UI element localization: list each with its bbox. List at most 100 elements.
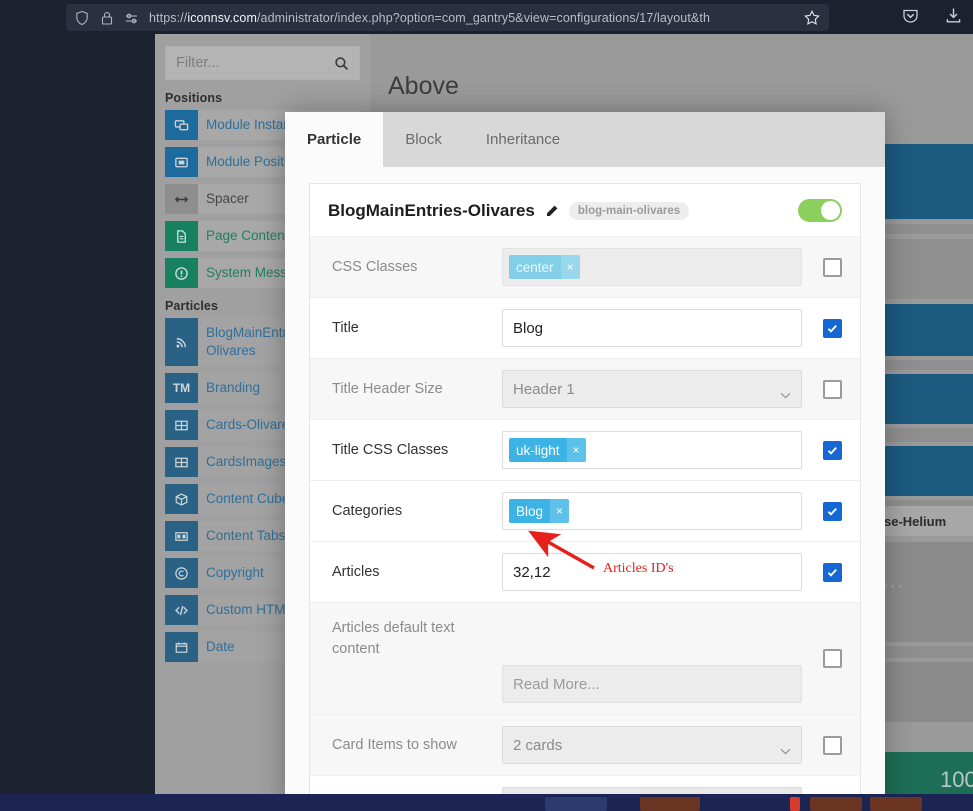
toggle-knob	[821, 201, 840, 220]
field-label: Title CSS Classes	[332, 441, 449, 458]
particle-settings-modal: Particle Block Inheritance BlogMainEntri…	[285, 112, 885, 811]
field-override-wrap	[818, 501, 842, 521]
document-icon	[165, 221, 198, 251]
title-css-classes-input[interactable]: uk-light ×	[502, 431, 802, 469]
pencil-icon[interactable]	[545, 204, 559, 218]
css-classes-input[interactable]: center ×	[502, 248, 802, 286]
override-checkbox[interactable]	[823, 440, 842, 460]
tag-label: center	[516, 259, 554, 275]
override-checkbox[interactable]	[823, 379, 842, 399]
field-override-wrap	[818, 318, 842, 338]
tab-block[interactable]: Block	[383, 112, 464, 167]
field-row-title-header-size: Title Header Size Header 1	[310, 358, 860, 419]
taskbar-item[interactable]	[790, 797, 800, 811]
field-row-css-classes: CSS Classes center ×	[310, 236, 860, 297]
categories-input[interactable]: Blog ×	[502, 492, 802, 530]
exclamation-icon	[165, 258, 198, 288]
field-control[interactable]: Header 1	[502, 370, 818, 408]
tag-remove-icon[interactable]: ×	[566, 438, 586, 462]
chevron-down-icon	[780, 386, 791, 398]
module-instance-icon	[165, 110, 198, 140]
search-icon[interactable]	[334, 56, 349, 71]
override-checkbox[interactable]	[823, 735, 842, 755]
copyright-icon	[165, 558, 198, 588]
field-label: Title Header Size	[332, 380, 443, 397]
taskbar-item[interactable]	[810, 797, 862, 811]
modal-tabbar: Particle Block Inheritance	[285, 112, 885, 167]
field-row-articles-default-text-content: Articles default text content Read More.…	[310, 602, 860, 714]
field-label: Title	[332, 319, 359, 336]
taskbar-item[interactable]	[545, 797, 607, 811]
cube-icon	[165, 484, 198, 514]
field-label: Articles default text content	[332, 620, 455, 657]
card-items-to-show-select[interactable]: 2 cards	[502, 726, 802, 764]
star-icon[interactable]	[803, 9, 821, 27]
articles-default-text-input[interactable]: Read More...	[502, 665, 802, 703]
tag-label: Blog	[516, 503, 544, 519]
field-label: Card Items to show	[332, 736, 457, 753]
site-permissions-icon[interactable]	[124, 10, 140, 26]
field-control[interactable]: Read More...	[502, 665, 818, 703]
code-icon	[165, 595, 198, 625]
tag-chip[interactable]: uk-light ×	[509, 438, 586, 462]
address-bar[interactable]: https://iconnsv.com/administrator/index.…	[66, 4, 829, 31]
field-row-title-css-classes: Title CSS Classes uk-light ×	[310, 419, 860, 480]
field-control[interactable]: center ×	[502, 248, 818, 286]
tab-inheritance[interactable]: Inheritance	[464, 112, 582, 167]
title-input[interactable]: Blog	[502, 309, 802, 347]
field-control[interactable]: Blog ×	[502, 492, 818, 530]
url-scheme: https://	[149, 10, 188, 25]
tag-remove-icon[interactable]: ×	[560, 255, 580, 279]
override-checkbox[interactable]	[823, 501, 842, 521]
override-checkbox[interactable]	[823, 562, 842, 582]
taskbar-item[interactable]	[640, 797, 700, 811]
annotation-label: Articles ID's	[603, 561, 674, 576]
particle-card-header: BlogMainEntries-Olivares blog-main-oliva…	[310, 184, 860, 236]
field-override-wrap	[818, 562, 842, 582]
filter-input[interactable]: Filter...	[165, 46, 360, 80]
calendar-icon	[165, 632, 198, 662]
pocket-icon[interactable]	[901, 6, 920, 25]
field-control[interactable]: uk-light ×	[502, 431, 818, 469]
field-control[interactable]: 2 cards	[502, 726, 818, 764]
particle-slug-badge: blog-main-olivares	[568, 201, 690, 220]
field-override-wrap	[818, 735, 842, 755]
field-control[interactable]: Blog	[502, 309, 818, 347]
module-position-icon	[165, 147, 198, 177]
modal-body: BlogMainEntries-Olivares blog-main-oliva…	[285, 167, 885, 811]
tag-remove-icon[interactable]: ×	[550, 499, 570, 523]
tag-label: uk-light	[516, 442, 560, 458]
browser-chrome: https://iconnsv.com/administrator/index.…	[0, 0, 973, 34]
layout-block-counter: 100	[940, 767, 973, 792]
particle-card: BlogMainEntries-Olivares blog-main-oliva…	[309, 183, 861, 811]
taskbar-item[interactable]	[870, 797, 922, 811]
layout-block-chip[interactable]: se-Helium	[875, 506, 973, 536]
tag-chip[interactable]: Blog ×	[509, 499, 570, 523]
tab-particle[interactable]: Particle	[285, 112, 384, 167]
override-checkbox[interactable]	[823, 649, 842, 668]
rss-icon	[165, 318, 198, 366]
override-checkbox[interactable]	[823, 318, 842, 338]
select-value: Header 1	[513, 380, 575, 398]
field-override-wrap	[818, 440, 842, 460]
lock-icon[interactable]	[99, 10, 115, 26]
url-text[interactable]: https://iconnsv.com/administrator/index.…	[149, 11, 794, 25]
tabs-icon	[165, 521, 198, 551]
screen-root: https://iconnsv.com/administrator/index.…	[0, 0, 973, 811]
particle-enabled-toggle[interactable]	[798, 199, 842, 222]
shield-icon[interactable]	[74, 10, 90, 26]
title-header-size-select[interactable]: Header 1	[502, 370, 802, 408]
particle-title: BlogMainEntries-Olivares	[328, 200, 535, 220]
taskbar	[0, 794, 973, 811]
trademark-icon: TM	[165, 373, 198, 403]
select-value: 2 cards	[513, 736, 563, 754]
grid-icon	[165, 410, 198, 440]
field-override-wrap	[818, 379, 842, 399]
filter-placeholder: Filter...	[176, 55, 220, 71]
tag-chip[interactable]: center ×	[509, 255, 580, 279]
override-checkbox[interactable]	[823, 257, 842, 277]
field-row-articles: Articles 32,12	[310, 541, 860, 602]
url-host: iconnsv.com	[187, 10, 257, 25]
download-icon[interactable]	[944, 6, 963, 25]
field-override-wrap	[818, 649, 842, 668]
